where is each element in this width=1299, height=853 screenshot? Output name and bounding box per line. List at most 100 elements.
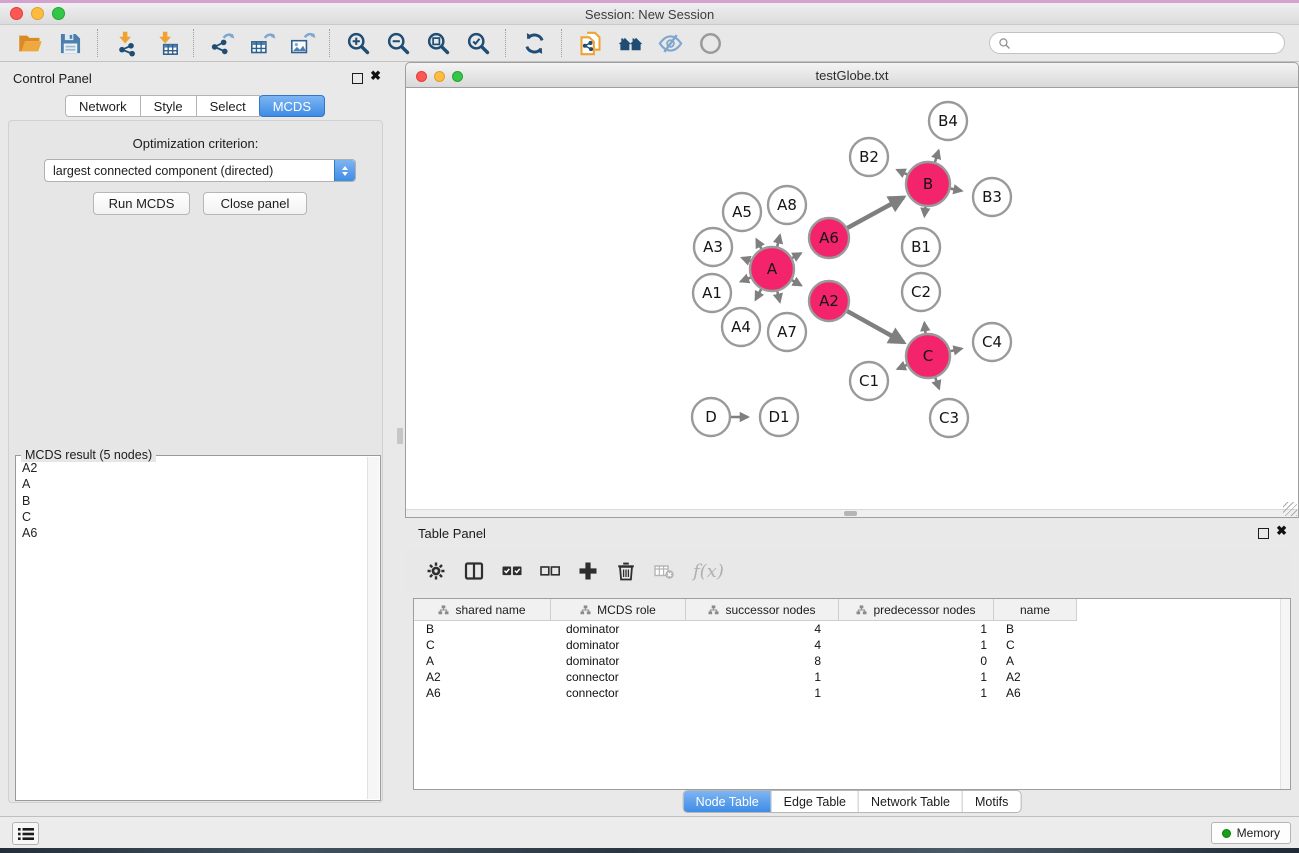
delete-table-button[interactable]	[651, 559, 676, 584]
open-session-button[interactable]	[10, 27, 50, 59]
import-network-icon	[113, 30, 140, 57]
table-row[interactable]: A2connector11A2	[414, 669, 1290, 685]
graph-edge[interactable]	[898, 365, 907, 369]
deselect-all-button[interactable]	[537, 559, 562, 584]
tab-edge-table[interactable]: Edge Table	[772, 791, 859, 812]
status-bar: Memory	[0, 816, 1299, 848]
graph-edge[interactable]	[924, 323, 925, 333]
function-builder-button[interactable]: f(x)	[689, 561, 724, 582]
graph-node-label: D	[705, 408, 717, 426]
show-graphics-details-button[interactable]	[690, 27, 730, 59]
mcds-panel: Optimization criterion: largest connecte…	[8, 120, 383, 803]
zoom-fit-button[interactable]	[418, 27, 458, 59]
table-row[interactable]: Bdominator41B	[414, 621, 1290, 637]
export-image-button[interactable]	[282, 27, 322, 59]
mcds-result-item[interactable]: B	[22, 493, 367, 509]
table-cell: C	[414, 638, 551, 652]
table-vscrollbar[interactable]	[1280, 599, 1290, 789]
column-header-successor-nodes[interactable]: successor nodes	[686, 599, 839, 621]
tab-motifs[interactable]: Motifs	[963, 791, 1020, 812]
network-window-titlebar[interactable]: testGlobe.txt	[405, 62, 1299, 88]
search-input[interactable]	[1011, 35, 1284, 51]
resize-grip-icon[interactable]	[1283, 502, 1297, 516]
zoom-selected-button[interactable]	[458, 27, 498, 59]
save-session-button[interactable]	[50, 27, 90, 59]
graph-edge[interactable]	[951, 189, 962, 191]
graph-node-label: A2	[819, 292, 839, 310]
zoom-in-button[interactable]	[338, 27, 378, 59]
graph-node-label: C4	[982, 333, 1002, 351]
desktop-wallpaper	[0, 848, 1299, 853]
tab-style[interactable]: Style	[140, 95, 197, 117]
graph-edge[interactable]	[756, 239, 761, 248]
refresh-button[interactable]	[514, 27, 554, 59]
table-cell: A2	[414, 670, 551, 684]
tab-mcds[interactable]: MCDS	[259, 95, 325, 117]
add-column-button[interactable]	[575, 559, 600, 584]
float-panel-icon[interactable]	[352, 73, 363, 84]
table-settings-button[interactable]	[423, 559, 448, 584]
delete-column-button[interactable]	[613, 559, 638, 584]
close-panel-button[interactable]: Close panel	[203, 192, 307, 215]
graph-edge[interactable]	[756, 289, 762, 299]
network-canvas[interactable]: B4B2BB3A8A5A6A3B1AC2A1A2A4A7C4CC1C3DD1	[405, 88, 1299, 518]
hide-graphics-details-button[interactable]	[650, 27, 690, 59]
export-table-button[interactable]	[242, 27, 282, 59]
tab-network[interactable]: Network	[65, 95, 141, 117]
import-network-button[interactable]	[106, 27, 146, 59]
table-row[interactable]: A6connector11A6	[414, 685, 1290, 701]
search-field[interactable]	[989, 32, 1285, 54]
graph-edge[interactable]	[777, 235, 780, 246]
hscroll-thumb[interactable]	[844, 511, 857, 516]
graph-edge[interactable]	[897, 170, 907, 175]
clone-network-button[interactable]	[570, 27, 610, 59]
graph-edge[interactable]	[742, 258, 750, 261]
table-row[interactable]: Adominator80A	[414, 653, 1290, 669]
import-table-button[interactable]	[146, 27, 186, 59]
mcds-result-item[interactable]: A	[22, 476, 367, 492]
table-cell: 4	[686, 638, 839, 652]
graph-edge[interactable]	[792, 280, 801, 285]
zoom-out-button[interactable]	[378, 27, 418, 59]
mcds-result-item[interactable]: A2	[22, 460, 367, 476]
export-network-button[interactable]	[202, 27, 242, 59]
graph-edge[interactable]	[950, 349, 961, 351]
graph-node-label: B4	[938, 112, 958, 130]
tab-select[interactable]: Select	[196, 95, 260, 117]
manage-columns-button[interactable]	[461, 559, 486, 584]
close-panel-icon[interactable]: ✖	[1276, 523, 1287, 539]
run-mcds-button[interactable]: Run MCDS	[93, 192, 190, 215]
select-all-button[interactable]	[499, 559, 524, 584]
graph-edge[interactable]	[741, 278, 751, 282]
graph-edge[interactable]	[935, 378, 939, 389]
graph-node-label: B	[923, 175, 933, 193]
home-button[interactable]	[610, 27, 650, 59]
tab-node-table[interactable]: Node Table	[684, 791, 772, 812]
close-panel-icon[interactable]: ✖	[370, 68, 381, 84]
splitter-thumb[interactable]	[397, 428, 403, 444]
graph-edge[interactable]	[847, 197, 903, 228]
mcds-result-item[interactable]: C	[22, 509, 367, 525]
column-header-shared-name[interactable]: shared name	[414, 599, 551, 621]
graph-edge[interactable]	[924, 207, 925, 216]
task-history-button[interactable]	[12, 822, 39, 845]
float-panel-icon[interactable]	[1258, 528, 1269, 539]
optimization-criterion-label: Optimization criterion:	[9, 136, 382, 151]
graph-edge[interactable]	[777, 291, 779, 301]
main-titlebar: Session: New Session	[0, 3, 1299, 25]
column-header-predecessor-nodes[interactable]: predecessor nodes	[839, 599, 994, 621]
graph-edge[interactable]	[847, 311, 903, 342]
mcds-list-scrollbar[interactable]	[367, 457, 379, 799]
column-header-name[interactable]: name	[994, 599, 1077, 621]
table-cell: 1	[839, 670, 994, 684]
network-hscrollbar[interactable]	[406, 509, 1298, 517]
table-panel: Table Panel ✖ f(x) shared name MCDS role…	[405, 520, 1299, 816]
memory-button[interactable]: Memory	[1211, 822, 1291, 844]
criterion-dropdown[interactable]: largest connected component (directed)	[44, 159, 356, 182]
table-row[interactable]: Cdominator41C	[414, 637, 1290, 653]
column-header-mcds-role[interactable]: MCDS role	[551, 599, 686, 621]
tab-network-table[interactable]: Network Table	[859, 791, 963, 812]
mcds-result-item[interactable]: A6	[22, 525, 367, 541]
graph-edge[interactable]	[935, 151, 939, 163]
graph-edge[interactable]	[792, 253, 801, 258]
